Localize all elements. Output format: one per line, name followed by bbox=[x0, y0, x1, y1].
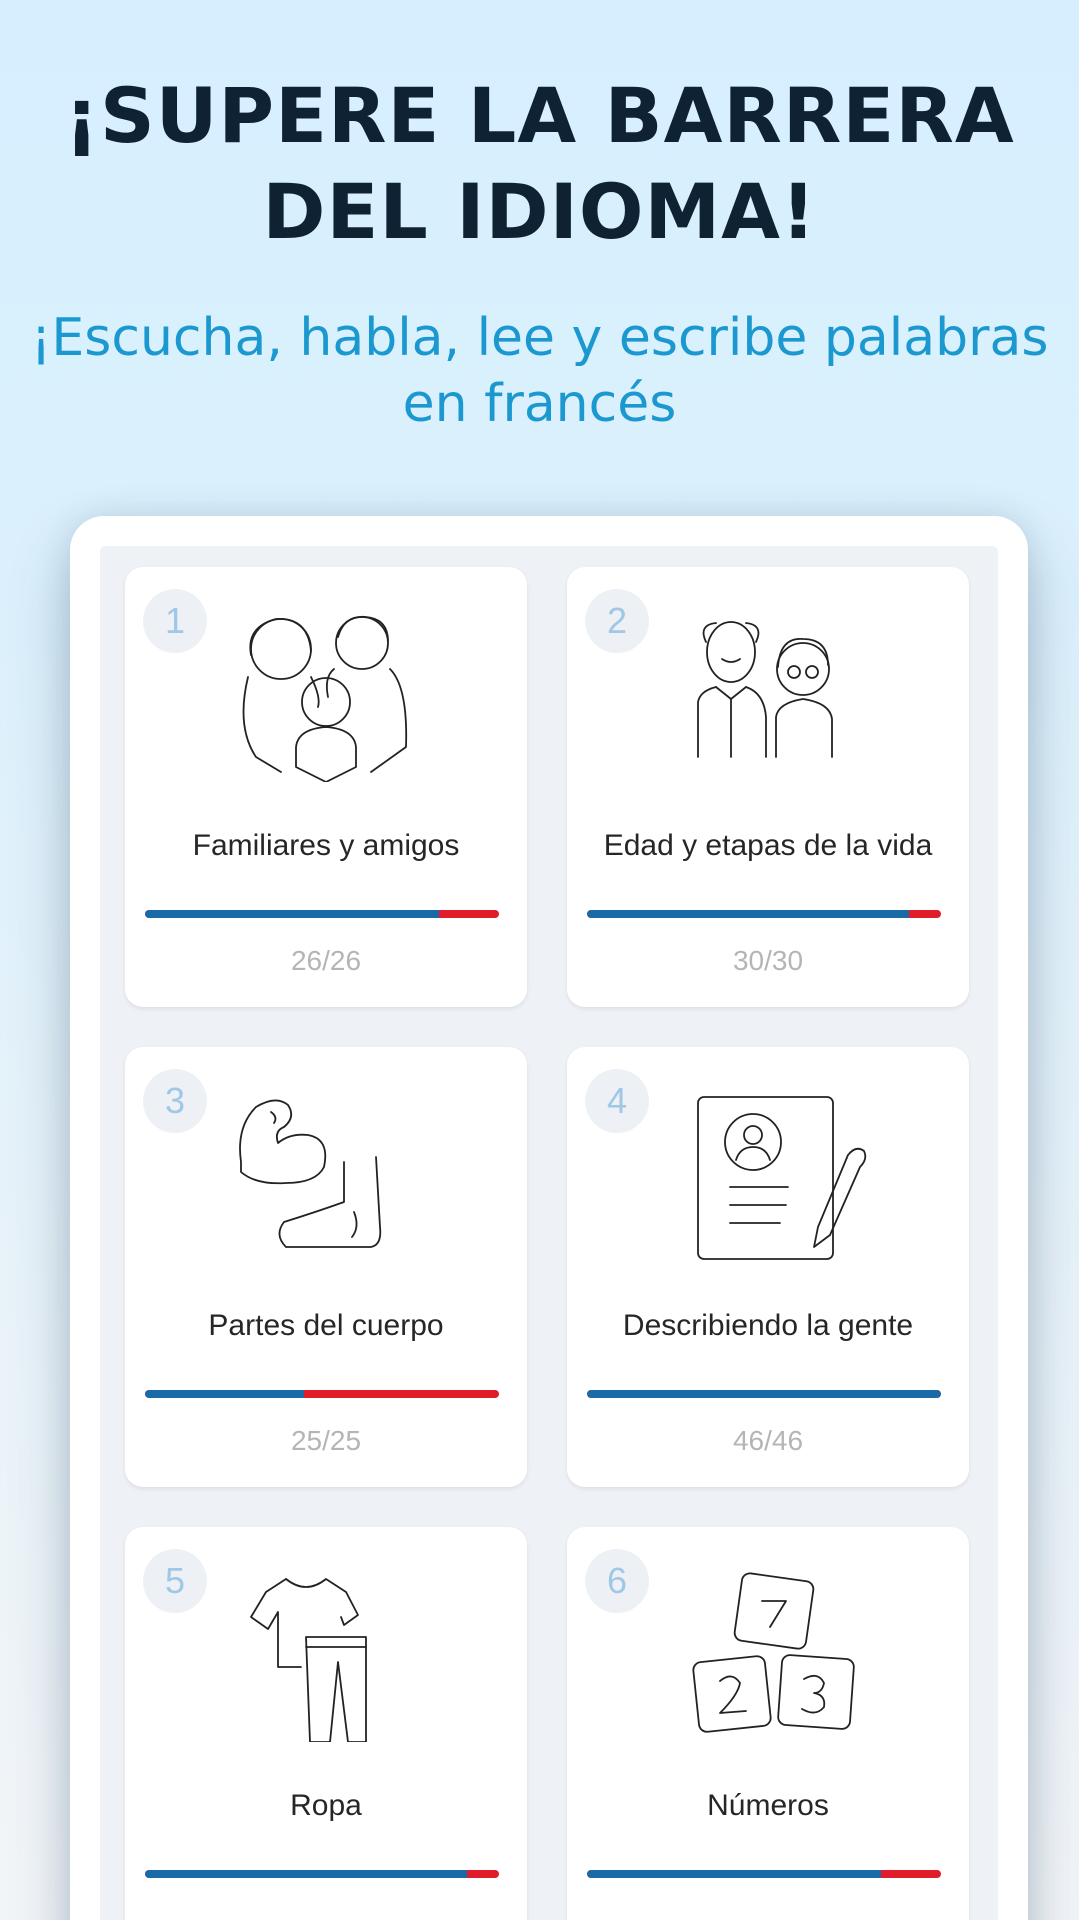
topic-title: Describiendo la gente bbox=[622, 1309, 914, 1342]
elderly-couple-icon bbox=[668, 607, 868, 782]
topic-progress-bar bbox=[145, 1870, 499, 1878]
subheadline: ¡Escucha, habla, lee y escribe palabras … bbox=[30, 308, 1049, 434]
topic-title: Partes del cuerpo bbox=[208, 1309, 444, 1342]
topic-number-badge: 3 bbox=[143, 1069, 207, 1133]
topic-card-3[interactable]: 3 Partes del cuerpo 25/25 bbox=[125, 1047, 527, 1487]
topic-number-badge: 5 bbox=[143, 1549, 207, 1613]
progress-fill bbox=[145, 1870, 468, 1878]
progress-fill bbox=[145, 910, 439, 918]
topic-card-6[interactable]: 6 Números bbox=[567, 1527, 969, 1920]
topic-card-4[interactable]: 4 Describiendo la gente 46/46 bbox=[567, 1047, 969, 1487]
topic-progress-bar bbox=[145, 910, 499, 918]
topic-word-count: 30/30 bbox=[732, 945, 804, 976]
topic-word-count: 26/26 bbox=[290, 945, 362, 976]
topic-card-1[interactable]: 1 Familiares y amigos 26/26 bbox=[125, 567, 527, 1007]
topic-progress-bar bbox=[587, 910, 941, 918]
topic-word-count: 46/46 bbox=[732, 1425, 804, 1456]
body-parts-icon bbox=[226, 1087, 426, 1262]
topic-number-badge: 1 bbox=[143, 589, 207, 653]
progress-fill bbox=[587, 1390, 941, 1398]
clothes-icon bbox=[226, 1567, 426, 1743]
headline: ¡SUPERE LA BARRERA DEL IDIOMA! bbox=[64, 71, 1015, 256]
progress-fill bbox=[587, 910, 910, 918]
topic-progress-bar bbox=[145, 1390, 499, 1398]
topic-progress-bar bbox=[587, 1390, 941, 1398]
topic-number-badge: 2 bbox=[585, 589, 649, 653]
topic-card-5[interactable]: 5 Ropa bbox=[125, 1527, 527, 1920]
topic-title: Familiares y amigos bbox=[192, 829, 460, 862]
topic-number-badge: 6 bbox=[585, 1549, 649, 1613]
family-icon bbox=[226, 607, 426, 783]
topic-title: Edad y etapas de la vida bbox=[603, 829, 933, 862]
topic-progress-bar bbox=[587, 1870, 941, 1878]
topic-card-2[interactable]: 2 Edad y etapas de la vida 30/30 bbox=[567, 567, 969, 1007]
topic-number-badge: 4 bbox=[585, 1069, 649, 1133]
topic-title: Ropa bbox=[290, 1789, 362, 1822]
number-blocks-icon bbox=[668, 1567, 868, 1742]
progress-fill bbox=[587, 1870, 881, 1878]
device-frame: 1 Familiares y amigos 26/26 2 Edad y eta… bbox=[70, 516, 1028, 1920]
topic-word-count: 25/25 bbox=[290, 1425, 362, 1456]
topics-screen: 1 Familiares y amigos 26/26 2 Edad y eta… bbox=[100, 546, 998, 1920]
profile-document-icon bbox=[668, 1087, 868, 1262]
topic-title: Números bbox=[707, 1789, 829, 1822]
progress-fill bbox=[145, 1390, 305, 1398]
